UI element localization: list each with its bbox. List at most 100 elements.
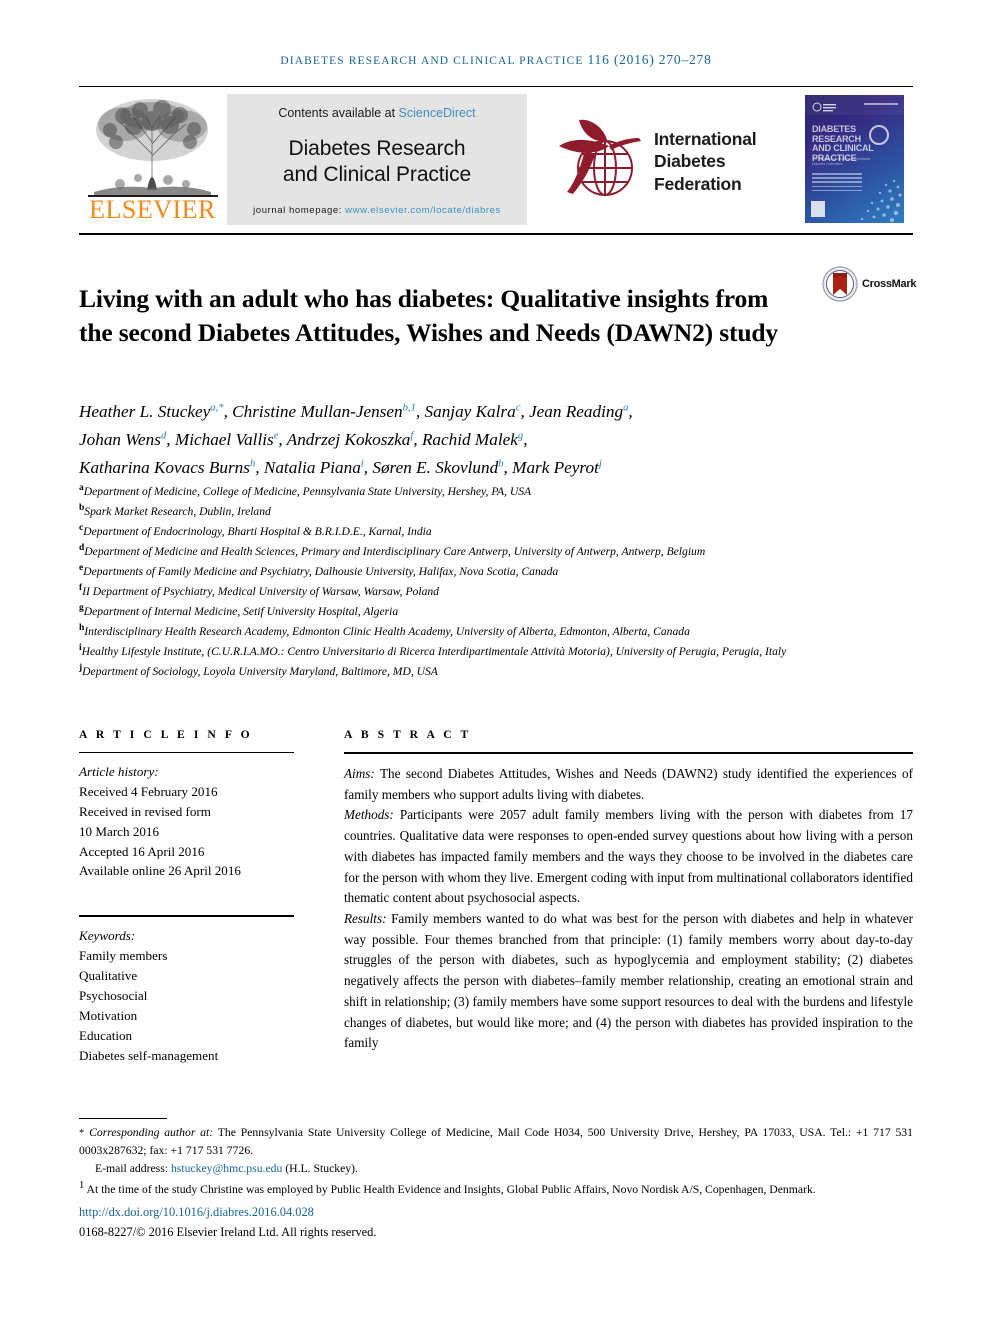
journal-banner: Contents available at ScienceDirect Diab… (227, 94, 527, 225)
affiliation-item: dDepartment of Medicine and Health Scien… (79, 541, 913, 561)
email-suffix: (H.L. Stuckey). (282, 1161, 358, 1175)
abstract-section-label: Aims: (344, 766, 375, 781)
journal-cover-thumbnail: DIABETES RESEARCH AND CLINICAL PRACTICE … (805, 95, 904, 223)
author-affiliation-mark: b (498, 457, 504, 469)
journal-homepage-link[interactable]: www.elsevier.com/locate/diabres (345, 205, 501, 216)
idf-wordmark: International Diabetes Federation (654, 128, 757, 195)
journal-title-line2: and Clinical Practice (282, 162, 472, 186)
crossmark-icon[interactable] (822, 266, 858, 302)
keyword-item: Psychosocial (79, 988, 148, 1004)
page-title: Living with an adult who has diabetes: Q… (79, 284, 779, 347)
author-name: Jean Reading (529, 402, 624, 421)
journal-article-page: DIABETES RESEARCH AND CLINICAL PRACTICE … (0, 0, 992, 1323)
footnote-rule (79, 1118, 167, 1119)
email-link[interactable]: hstuckey@hmc.psu.edu (171, 1162, 282, 1175)
idf-line-3: Federation (654, 173, 742, 194)
author-affiliation-mark: d (160, 430, 167, 442)
crossmark-label: CrossMark (862, 278, 917, 290)
journal-homepage-line: journal homepage: www.elsevier.com/locat… (227, 205, 527, 216)
author-name: Andrzej Kokoszka (286, 429, 411, 449)
journal-title-line1: Diabetes Research (288, 137, 466, 160)
contents-prefix: Contents available at (278, 106, 399, 120)
article-history-label: Article history: (79, 764, 159, 779)
author-affiliation-mark: j (598, 457, 602, 469)
running-head: DIABETES RESEARCH AND CLINICAL PRACTICE … (79, 52, 913, 68)
keywords-rule (79, 915, 294, 918)
article-history-item: 10 March 2016 (79, 823, 160, 839)
author-affiliation-mark: a (623, 402, 629, 414)
author-name: Christine Mullan-Jensen (232, 402, 403, 421)
author-name: Katharina Kovacs Burns (79, 457, 250, 477)
affiliation-item: cDepartment of Endocrinology, Bharti Hos… (79, 521, 913, 541)
author-affiliation-mark: a,* (210, 402, 224, 414)
idf-line-2: Diabetes (654, 151, 726, 172)
affiliation-text: Department of Endocrinology, Bharti Hosp… (83, 524, 432, 538)
author-list: Heather L. Stuckeya,*, Christine Mullan-… (79, 398, 913, 482)
asterisk-mark: * (79, 1128, 85, 1139)
note-1-text: At the time of the study Christine was e… (84, 1182, 816, 1196)
email-label: E-mail address: (95, 1161, 169, 1175)
idf-hummingbird-globe-icon (559, 119, 641, 196)
author-name: Søren E. Skovlund (372, 457, 499, 477)
article-history-item: Available online 26 April 2016 (79, 863, 241, 879)
running-head-journal: DIABETES RESEARCH AND CLINICAL PRACTICE (280, 55, 584, 67)
author-name: Mark Peyrot (512, 457, 599, 477)
cover-elsevier-logo (811, 201, 825, 217)
author-line-3: Katharina Kovacs Burnsh, Natalia Pianai,… (79, 457, 602, 477)
elsevier-wordmark: ELSEVIER (89, 195, 216, 224)
author-affiliation-mark: b,1 (402, 402, 416, 414)
abstract-rule (344, 752, 913, 754)
affiliation-text: Departments of Family Medicine and Psych… (83, 565, 559, 579)
affiliation-item: jDepartment of Sociology, Loyola Univers… (79, 661, 913, 681)
author-affiliation-mark: f (410, 430, 414, 442)
affiliation-text: Healthy Lifestyle Institute, (C.U.R.I.A.… (81, 645, 787, 659)
keywords-label: Keywords: (79, 928, 136, 944)
keyword-item: Motivation (79, 1007, 138, 1023)
crossmark-badge[interactable]: CrossMark (822, 266, 917, 308)
author-line-1: Heather L. Stuckeya,*, Christine Mullan-… (79, 402, 633, 421)
abstract-section-text: The second Diabetes Attitudes, Wishes an… (344, 766, 913, 802)
elsevier-logo: ELSEVIER (84, 94, 221, 225)
author-affiliation-mark: g (517, 430, 524, 442)
abstract-section: Aims: The second Diabetes Attitudes, Wis… (344, 764, 913, 805)
idf-logo: International Diabetes Federation (549, 106, 779, 211)
abstract-section-text: Family members wanted to do what was bes… (344, 911, 913, 1051)
article-history-item: Accepted 16 April 2016 (79, 843, 205, 859)
contents-available-line: Contents available at ScienceDirect (227, 106, 527, 120)
keyword-item: Family members (79, 948, 168, 964)
affiliation-item: hInterdisciplinary Health Research Acade… (79, 621, 913, 641)
idf-line-1: International (654, 129, 757, 149)
elsevier-tree-icon (94, 99, 211, 195)
affiliation-item: eDepartments of Family Medicine and Psyc… (79, 561, 913, 581)
masthead-bottom-rule (79, 233, 913, 235)
cover-issue-band (864, 103, 898, 105)
article-info-heading: A R T I C L E I N F O (79, 728, 253, 741)
author-name: Heather L. Stuckey (79, 402, 211, 421)
abstract-section: Methods: Participants were 2057 adult fa… (344, 805, 913, 909)
affiliation-item: bSpark Market Research, Dublin, Ireland (79, 501, 913, 521)
numbered-note-1: 1 At the time of the study Christine was… (79, 1178, 913, 1199)
copyright-line: 0168-8227/© 2016 Elsevier Ireland Ltd. A… (79, 1225, 377, 1239)
abstract-body: Aims: The second Diabetes Attitudes, Wis… (344, 764, 913, 1054)
abstract-section-text: Participants were 2057 adult family memb… (344, 807, 913, 906)
abstract-column: A B S T R A C T Aims: The second Diabete… (344, 728, 913, 1054)
affiliation-list: aDepartment of Medicine, College of Medi… (79, 481, 913, 681)
corresponding-author-note: * Corresponding author at: The Pennsylva… (79, 1124, 913, 1160)
affiliation-item: gDepartment of Internal Medicine, Setif … (79, 601, 913, 621)
abstract-section-label: Results: (344, 911, 387, 927)
masthead-top-rule (79, 86, 913, 87)
affiliation-item: fII Department of Psychiatry, Medical Un… (79, 581, 913, 601)
affiliation-item: iHealthy Lifestyle Institute, (C.U.R.I.A… (79, 641, 913, 661)
doi-link[interactable]: http://dx.doi.org/10.1016/j.diabres.2016… (79, 1205, 314, 1220)
author-affiliation-mark: i (360, 457, 364, 469)
article-history-item: Received in revised form (79, 803, 211, 819)
affiliation-text: II Department of Psychiatry, Medical Uni… (82, 585, 439, 599)
article-info-rule (79, 752, 294, 753)
running-head-volume: 116 (2016) 270–278 (587, 52, 712, 67)
cover-idf-icon (812, 102, 836, 112)
author-affiliation-mark: h (249, 457, 256, 469)
sciencedirect-link[interactable]: ScienceDirect (399, 106, 476, 120)
cover-subtitle: The Official Journal of the Internationa… (812, 157, 871, 167)
affiliation-text: Department of Medicine and Health Scienc… (84, 545, 706, 558)
journal-title: Diabetes Research and Clinical Practice (227, 136, 527, 187)
